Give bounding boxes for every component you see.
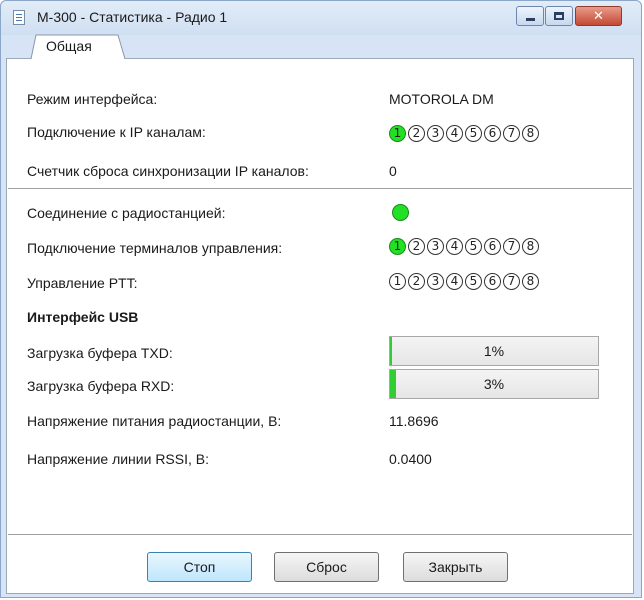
- tab-general[interactable]: Общая: [30, 34, 130, 59]
- control-terminals-label: Подключение терминалов управления:: [27, 240, 283, 256]
- channel-indicator: 3: [427, 238, 444, 255]
- channel-indicator: 7: [503, 125, 520, 142]
- channel-indicator: 8: [522, 125, 539, 142]
- interface-mode-label: Режим интерфейса:: [27, 91, 158, 107]
- tab-general-label: Общая: [46, 38, 92, 54]
- channel-indicator: 4: [446, 273, 463, 290]
- title-bar[interactable]: M-300 - Статистика - Радио 1 ✕: [1, 1, 641, 35]
- channel-indicator: 5: [465, 125, 482, 142]
- reset-button[interactable]: Сброс: [274, 552, 379, 582]
- separator: [8, 188, 632, 189]
- radio-connection-status-indicator: [392, 204, 409, 221]
- ip-channels-label: Подключение к IP каналам:: [27, 124, 206, 140]
- channel-indicator: 8: [522, 238, 539, 255]
- minimize-button[interactable]: [516, 6, 544, 26]
- maximize-icon: [554, 12, 564, 20]
- close-button[interactable]: Закрыть: [403, 552, 508, 582]
- maximize-button[interactable]: [545, 6, 573, 26]
- window-title: M-300 - Статистика - Радио 1: [37, 9, 228, 25]
- rssi-voltage-value: 0.0400: [389, 451, 432, 467]
- supply-voltage-value: 11.8696: [389, 413, 439, 429]
- minimize-icon: [526, 18, 535, 21]
- channel-indicator: 7: [503, 273, 520, 290]
- supply-voltage-label: Напряжение питания радиостанции, В:: [27, 413, 282, 429]
- channel-indicator: 1: [389, 273, 406, 290]
- stop-button[interactable]: Стоп: [147, 552, 252, 582]
- channel-indicator: 6: [484, 273, 501, 290]
- channel-indicator: 3: [427, 125, 444, 142]
- channel-indicator: 2: [408, 273, 425, 290]
- interface-mode-value: MOTOROLA DM: [389, 91, 494, 107]
- close-window-button[interactable]: ✕: [575, 6, 622, 26]
- rssi-voltage-label: Напряжение линии RSSI, В:: [27, 451, 209, 467]
- usb-section-heading: Интерфейс USB: [27, 309, 139, 325]
- ptt-control-label: Управление PTT:: [27, 275, 138, 291]
- channel-indicator: 3: [427, 273, 444, 290]
- ip-channels-indicators: 12345678: [389, 125, 541, 142]
- channel-indicator: 1: [389, 238, 406, 255]
- bottom-separator: [8, 534, 632, 535]
- txd-buffer-value: 1%: [483, 343, 505, 359]
- channel-indicator: 1: [389, 125, 406, 142]
- sync-reset-value: 0: [389, 163, 397, 179]
- channel-indicator: 2: [408, 238, 425, 255]
- channel-indicator: 5: [465, 273, 482, 290]
- rxd-buffer-value: 3%: [483, 376, 505, 392]
- ptt-control-indicators: 12345678: [389, 273, 541, 290]
- radio-connection-label: Соединение с радиостанцией:: [27, 205, 226, 221]
- channel-indicator: 8: [522, 273, 539, 290]
- channel-indicator: 4: [446, 125, 463, 142]
- txd-buffer-progress: 1%: [389, 336, 599, 366]
- channel-indicator: 2: [408, 125, 425, 142]
- rxd-buffer-label: Загрузка буфера RXD:: [27, 378, 175, 394]
- sync-reset-label: Счетчик сброса синхронизации IP каналов:: [27, 163, 309, 179]
- close-icon: ✕: [593, 8, 604, 23]
- app-document-icon: [13, 10, 25, 25]
- channel-indicator: 5: [465, 238, 482, 255]
- channel-indicator: 6: [484, 238, 501, 255]
- channel-indicator: 6: [484, 125, 501, 142]
- channel-indicator: 7: [503, 238, 520, 255]
- txd-buffer-label: Загрузка буфера TXD:: [27, 345, 173, 361]
- channel-indicator: 4: [446, 238, 463, 255]
- rxd-buffer-progress: 3%: [389, 369, 599, 399]
- control-terminals-indicators: 12345678: [389, 238, 541, 255]
